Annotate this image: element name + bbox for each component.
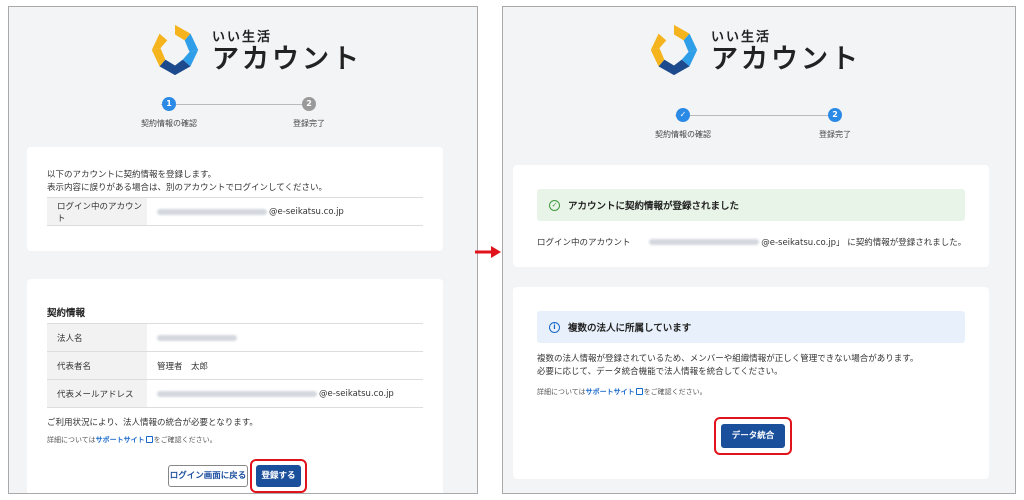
step-1-number: 1 [162,97,176,111]
account-row: ログイン中のアカウント @e-seikatsu.co.jp [47,198,423,226]
support-site-link[interactable]: サポートサイト [586,388,635,396]
representative-value: 管理者 太郎 [157,361,209,372]
step-1: ✓ 契約情報の確認 [638,108,728,140]
info-card: i 複数の法人に所属しています 複数の法人情報が登録されているため、メンバーや組… [513,287,989,479]
account-label: ログイン中のアカウント [47,198,147,225]
info-message: 複数の法人に所属しています [568,323,692,334]
info-text: 複数の法人情報が登録されているため、メンバーや組織情報が正しく管理できない場合が… [537,353,918,379]
logo: いい生活 アカウント [645,21,861,79]
step-2-number: 2 [302,97,316,111]
account-table: ログイン中のアカウント @e-seikatsu.co.jp [47,197,423,226]
contract-card: 契約情報 法人名 代表者名 管理者 太郎 代表メールアドレス @e-seikat… [27,279,443,493]
external-link-icon [145,436,153,443]
table-row: 法人名 [47,324,423,352]
intro-text-1: 以下のアカウントに契約情報を登録します。 [47,170,217,180]
contract-table: 法人名 代表者名 管理者 太郎 代表メールアドレス @e-seikatsu.co… [47,323,423,408]
success-banner: ✓ アカウントに契約情報が登録されました [537,189,965,221]
stepper: ✓ 契約情報の確認 2 登録完了 [623,108,903,148]
info-text-1: 複数の法人情報が登録されているため、メンバーや組織情報が正しく管理できない場合が… [537,354,919,364]
step-2: 2 登録完了 [264,97,354,129]
stepper: 1 契約情報の確認 2 登録完了 [109,97,369,137]
right-screen: いい生活 アカウント ✓ 契約情報の確認 2 登録完了 ✓ アカウントに契約情報… [502,6,1016,494]
logo-hexagon-icon [151,24,199,76]
table-row: 代表メールアドレス @e-seikatsu.co.jp [47,380,423,408]
logo-subtitle: いい生活 [711,29,772,45]
logo-title: アカウント [711,43,861,75]
check-icon: ✓ [676,108,690,122]
logo-subtitle: いい生活 [212,29,273,45]
support-site-link[interactable]: サポートサイト [96,436,145,444]
logo-hexagon-icon [650,24,698,76]
step-2-label: 登録完了 [293,119,325,128]
contract-title: 契約情報 [47,308,86,319]
representative-email-label: 代表メールアドレス [47,380,147,407]
step-1: 1 契約情報の確認 [124,97,214,129]
external-link-icon [635,388,643,395]
step-1-label: 契約情報の確認 [655,130,711,139]
success-message: アカウントに契約情報が登録されました [568,201,740,212]
success-card: ✓ アカウントに契約情報が登録されました ログイン中のアカウント @e-seik… [513,165,989,267]
account-card: 以下のアカウントに契約情報を登録します。 表示内容に誤りがある場合は、別のアカウ… [27,147,443,251]
detail-note: 詳細についてはサポートサイト をご確認ください。 [47,436,217,444]
logo-title: アカウント [212,43,362,75]
login-account-line: ログイン中のアカウント @e-seikatsu.co.jp」 に契約情報が登録さ… [537,238,967,248]
highlight-frame [250,459,307,493]
step-2: 2 登録完了 [790,108,880,140]
highlight-frame [714,417,792,455]
detail-note: 詳細についてはサポートサイト をご確認ください。 [537,388,707,396]
table-row: 代表者名 管理者 太郎 [47,352,423,380]
email-domain: @e-seikatsu.co.jp [319,388,394,399]
account-value: @e-seikatsu.co.jp [147,207,423,217]
account-domain: @e-seikatsu.co.jp [269,206,344,217]
info-banner: i 複数の法人に所属しています [537,311,965,343]
intro-text-2: 表示内容に誤りがある場合は、別のアカウントでログインしてください。 [47,183,327,193]
logo: いい生活 アカウント [146,21,362,79]
step-2-number: 2 [828,108,842,122]
left-screen: いい生活 アカウント 1 契約情報の確認 2 登録完了 以下のアカウントに契約情… [8,6,478,494]
company-name-value [147,334,423,341]
back-to-login-button[interactable]: ログイン画面に戻る [168,465,248,487]
step-2-label: 登録完了 [819,130,851,139]
representative-email-value: @e-seikatsu.co.jp [147,389,423,399]
check-circle-icon: ✓ [549,199,560,211]
company-name-label: 法人名 [47,324,147,351]
step-1-label: 契約情報の確認 [141,119,197,128]
arrow-right-icon [475,246,501,258]
representative-label: 代表者名 [47,352,147,379]
info-text-2: 必要に応じて、データ統合機能で法人情報を統合してください。 [537,367,783,377]
merge-note: ご利用状況により、法人情報の統合が必要となります。 [47,418,258,428]
info-circle-icon: i [549,321,560,333]
